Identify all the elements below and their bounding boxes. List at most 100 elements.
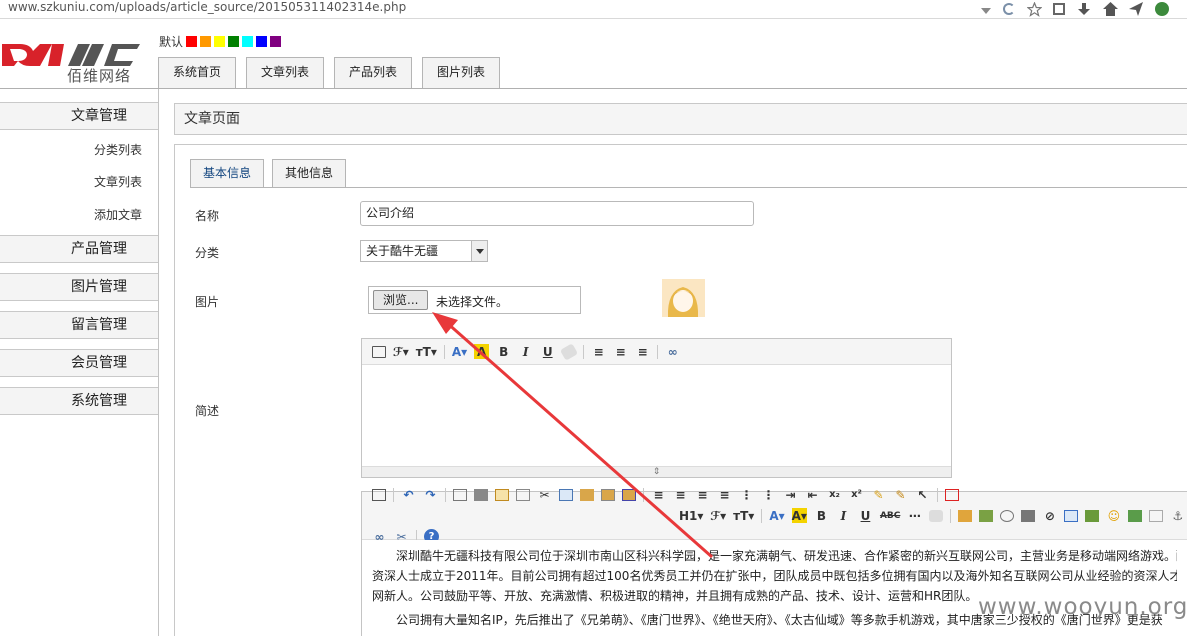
font-family-icon[interactable]: ℱ▾ — [710, 508, 726, 523]
select-all-icon[interactable]: ✎ — [893, 487, 908, 502]
code-icon[interactable] — [516, 488, 530, 501]
sidebar-item-category-list[interactable]: 分类列表 — [94, 141, 142, 158]
align-left-icon[interactable]: ≡ — [591, 344, 606, 359]
fullscreen-icon[interactable] — [945, 488, 959, 501]
align-right-icon[interactable]: ≡ — [635, 344, 650, 359]
source-icon[interactable] — [372, 345, 386, 358]
theme-swatch-cyan[interactable] — [242, 36, 254, 47]
reload-icon[interactable] — [1003, 3, 1015, 15]
chevron-down-icon[interactable] — [471, 241, 487, 261]
category-select[interactable]: 关于酷牛无疆 — [360, 240, 488, 262]
theme-swatch-green[interactable] — [228, 36, 240, 47]
underline-icon[interactable]: U — [540, 344, 555, 359]
theme-swatch-red[interactable] — [186, 36, 198, 47]
eraser-icon[interactable] — [560, 342, 579, 361]
sidebar-item-article-list[interactable]: 文章列表 — [94, 173, 142, 190]
subscript-icon[interactable]: x₂ — [827, 487, 842, 502]
font-size-icon[interactable]: ᴛT▾ — [733, 508, 754, 523]
align-center-icon[interactable]: ≡ — [613, 344, 628, 359]
source-icon[interactable] — [372, 488, 386, 501]
theme-swatch-purple[interactable] — [270, 36, 282, 47]
sidebar-group-system[interactable]: 系统管理 — [0, 387, 158, 415]
print-icon[interactable] — [474, 488, 488, 501]
italic-icon[interactable]: I — [836, 508, 851, 523]
font-color-icon[interactable]: A▾ — [769, 508, 784, 523]
undo-icon[interactable]: ↶ — [401, 487, 416, 502]
strikethrough-icon[interactable]: ABC — [880, 508, 900, 523]
pagebreak-icon[interactable] — [1149, 509, 1164, 522]
superscript-icon[interactable]: x² — [849, 487, 864, 502]
font-size-icon[interactable]: ᴛT▾ — [416, 344, 437, 359]
unordered-list-icon[interactable]: ⋮ — [761, 487, 776, 502]
bold-icon[interactable]: B — [496, 344, 511, 359]
indent-icon[interactable]: ⇥ — [783, 487, 798, 502]
map-icon[interactable] — [1128, 509, 1143, 522]
hr-icon[interactable]: ⋯ — [907, 508, 922, 523]
paste-word-icon[interactable] — [622, 488, 636, 501]
anchor-icon[interactable]: ⚓ — [1170, 508, 1185, 523]
insert-row-icon[interactable] — [1085, 509, 1100, 522]
redo-icon[interactable]: ↷ — [423, 487, 438, 502]
insert-media-icon[interactable] — [1021, 509, 1036, 522]
justify-icon[interactable]: ≡ — [717, 487, 732, 502]
tab-product-list[interactable]: 产品列表 — [334, 57, 413, 88]
italic-icon[interactable]: I — [518, 344, 533, 359]
theme-swatch-orange[interactable] — [200, 36, 212, 47]
theme-swatch-yellow[interactable] — [214, 36, 226, 47]
paste-text-icon[interactable] — [601, 488, 615, 501]
sidebar-group-messages[interactable]: 留言管理 — [0, 311, 158, 339]
home-icon[interactable] — [1103, 2, 1118, 16]
browser-address-bar[interactable]: www.szkuniu.com/uploads/article_source/2… — [0, 0, 1187, 19]
ordered-list-icon[interactable]: ⋮ — [739, 487, 754, 502]
bookmark-star-icon[interactable] — [1026, 1, 1043, 17]
align-left-icon[interactable]: ≡ — [651, 487, 666, 502]
content-editor-body[interactable]: 深圳酷牛无疆科技有限公司位于深圳市南山区科兴科学园，是一家充满朝气、研发迅速、合… — [362, 540, 1187, 637]
font-color-icon[interactable]: A▾ — [452, 344, 467, 359]
outdent-icon[interactable]: ⇤ — [805, 487, 820, 502]
reading-list-icon[interactable] — [1053, 3, 1065, 15]
table-icon[interactable] — [1064, 509, 1079, 522]
copy-icon[interactable] — [559, 488, 573, 501]
tab-system-home[interactable]: 系统首页 — [158, 57, 237, 88]
tab-article-list[interactable]: 文章列表 — [246, 57, 325, 88]
insert-flash-icon[interactable] — [1000, 509, 1015, 522]
sidebar-group-members[interactable]: 会员管理 — [0, 349, 158, 377]
highlight-color-icon[interactable]: A — [474, 344, 490, 359]
download-icon[interactable] — [1077, 2, 1091, 16]
tab-other-info[interactable]: 其他信息 — [272, 159, 347, 188]
align-center-icon[interactable]: ≡ — [673, 487, 688, 502]
insert-multiimage-icon[interactable] — [979, 509, 994, 522]
sidebar-item-add-article[interactable]: 添加文章 — [94, 206, 142, 223]
url-text[interactable]: www.szkuniu.com/uploads/article_source/2… — [8, 0, 406, 16]
align-right-icon[interactable]: ≡ — [695, 487, 710, 502]
insert-image-icon[interactable] — [958, 509, 973, 522]
font-family-icon[interactable]: ℱ▾ — [393, 344, 409, 359]
emoticon-icon[interactable]: ☺ — [1106, 508, 1121, 523]
dropdown-icon[interactable] — [981, 8, 991, 14]
highlight-color-icon[interactable]: A▾ — [791, 508, 807, 523]
tab-image-list[interactable]: 图片列表 — [422, 57, 501, 88]
extension-icon[interactable] — [1155, 2, 1169, 16]
cursor-icon[interactable]: ↖ — [915, 487, 930, 502]
cut-icon[interactable]: ✂ — [537, 487, 552, 502]
browse-button[interactable]: 浏览... — [373, 290, 429, 310]
sidebar-group-products[interactable]: 产品管理 — [0, 235, 158, 263]
file-input[interactable]: 浏览... 未选择文件。 — [368, 286, 581, 314]
link-icon[interactable]: ∞ — [665, 344, 680, 359]
send-icon[interactable] — [1129, 2, 1143, 16]
eraser-icon[interactable] — [929, 509, 944, 522]
theme-swatch-blue[interactable] — [256, 36, 268, 47]
summary-editor[interactable]: ℱ▾ ᴛT▾ A▾ A B I U ≡ ≡ ≡ ∞ ⇕ — [361, 338, 952, 478]
template-icon[interactable] — [495, 488, 509, 501]
paste-icon[interactable] — [580, 488, 594, 501]
preview-icon[interactable] — [453, 488, 467, 501]
sidebar-group-images[interactable]: 图片管理 — [0, 273, 158, 301]
heading-icon[interactable]: H1▾ — [679, 508, 703, 523]
clear-format-icon[interactable]: ✎ — [871, 487, 886, 502]
bold-icon[interactable]: B — [814, 508, 829, 523]
editor-resize-handle[interactable]: ⇕ — [362, 466, 951, 477]
underline-icon[interactable]: U — [858, 508, 873, 523]
name-input[interactable]: 公司介绍 — [360, 201, 754, 226]
attachment-icon[interactable]: ⊘ — [1042, 508, 1057, 523]
sidebar-group-articles[interactable]: 文章管理 — [0, 102, 158, 130]
